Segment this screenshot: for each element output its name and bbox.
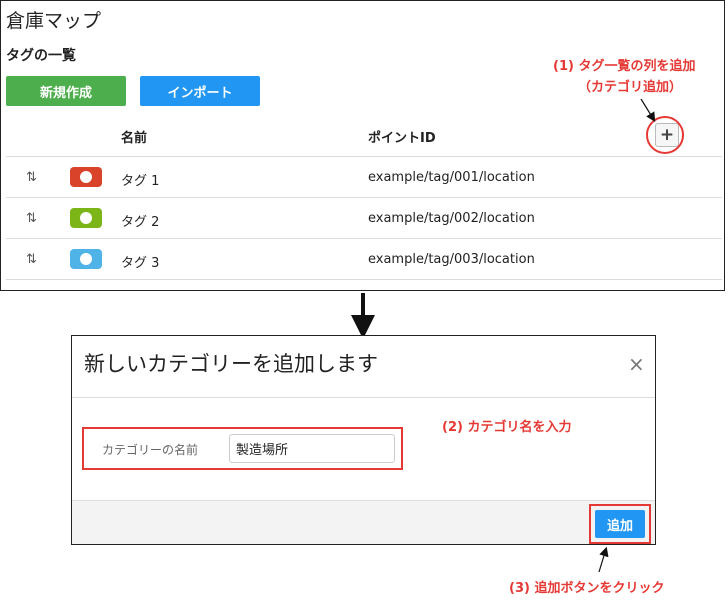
- divider: [6, 197, 722, 198]
- swatch-dot: [80, 212, 92, 224]
- swatch-dot: [80, 253, 92, 265]
- modal-title: 新しいカテゴリーを追加します: [84, 352, 378, 376]
- annotation-step1-sub: （カテゴリ追加）: [578, 80, 683, 95]
- column-header-name: 名前: [121, 131, 148, 146]
- sort-handle-icon[interactable]: ⇅: [26, 211, 37, 226]
- tag-list-title: タグの一覧: [6, 48, 76, 64]
- category-name-input[interactable]: [229, 434, 395, 463]
- swatch-dot: [80, 171, 92, 183]
- modal-divider: [72, 397, 655, 398]
- tag-point-id: example/tag/002/location: [368, 211, 535, 226]
- tag-color-swatch: [70, 249, 102, 269]
- divider: [6, 279, 722, 280]
- annotation-step3: (3) 追加ボタンをクリック: [509, 581, 665, 596]
- new-button[interactable]: 新規作成: [6, 76, 126, 106]
- column-header-point-id: ポイントID: [368, 131, 436, 146]
- annotation-step2: (2) カテゴリ名を入力: [442, 420, 572, 435]
- highlight-circle: [646, 116, 684, 154]
- category-name-label: カテゴリーの名前: [102, 443, 199, 457]
- modal-footer: [72, 501, 655, 544]
- tag-point-id: example/tag/003/location: [368, 252, 535, 267]
- close-icon[interactable]: ×: [628, 352, 645, 376]
- tag-list-panel: [0, 0, 725, 291]
- sort-handle-icon[interactable]: ⇅: [26, 252, 37, 267]
- add-button[interactable]: 追加: [595, 510, 645, 538]
- tag-name: タグ 1: [121, 174, 160, 189]
- app-title: 倉庫マップ: [6, 10, 102, 32]
- import-button[interactable]: インポート: [140, 76, 260, 106]
- annotation-step1: (1) タグ一覧の列を追加: [553, 59, 696, 74]
- tag-point-id: example/tag/001/location: [368, 170, 535, 185]
- divider: [6, 156, 722, 157]
- tag-color-swatch: [70, 167, 102, 187]
- divider: [6, 238, 722, 239]
- tag-name: タグ 3: [121, 256, 160, 271]
- tag-color-swatch: [70, 208, 102, 228]
- sort-handle-icon[interactable]: ⇅: [26, 170, 37, 185]
- tag-name: タグ 2: [121, 215, 160, 230]
